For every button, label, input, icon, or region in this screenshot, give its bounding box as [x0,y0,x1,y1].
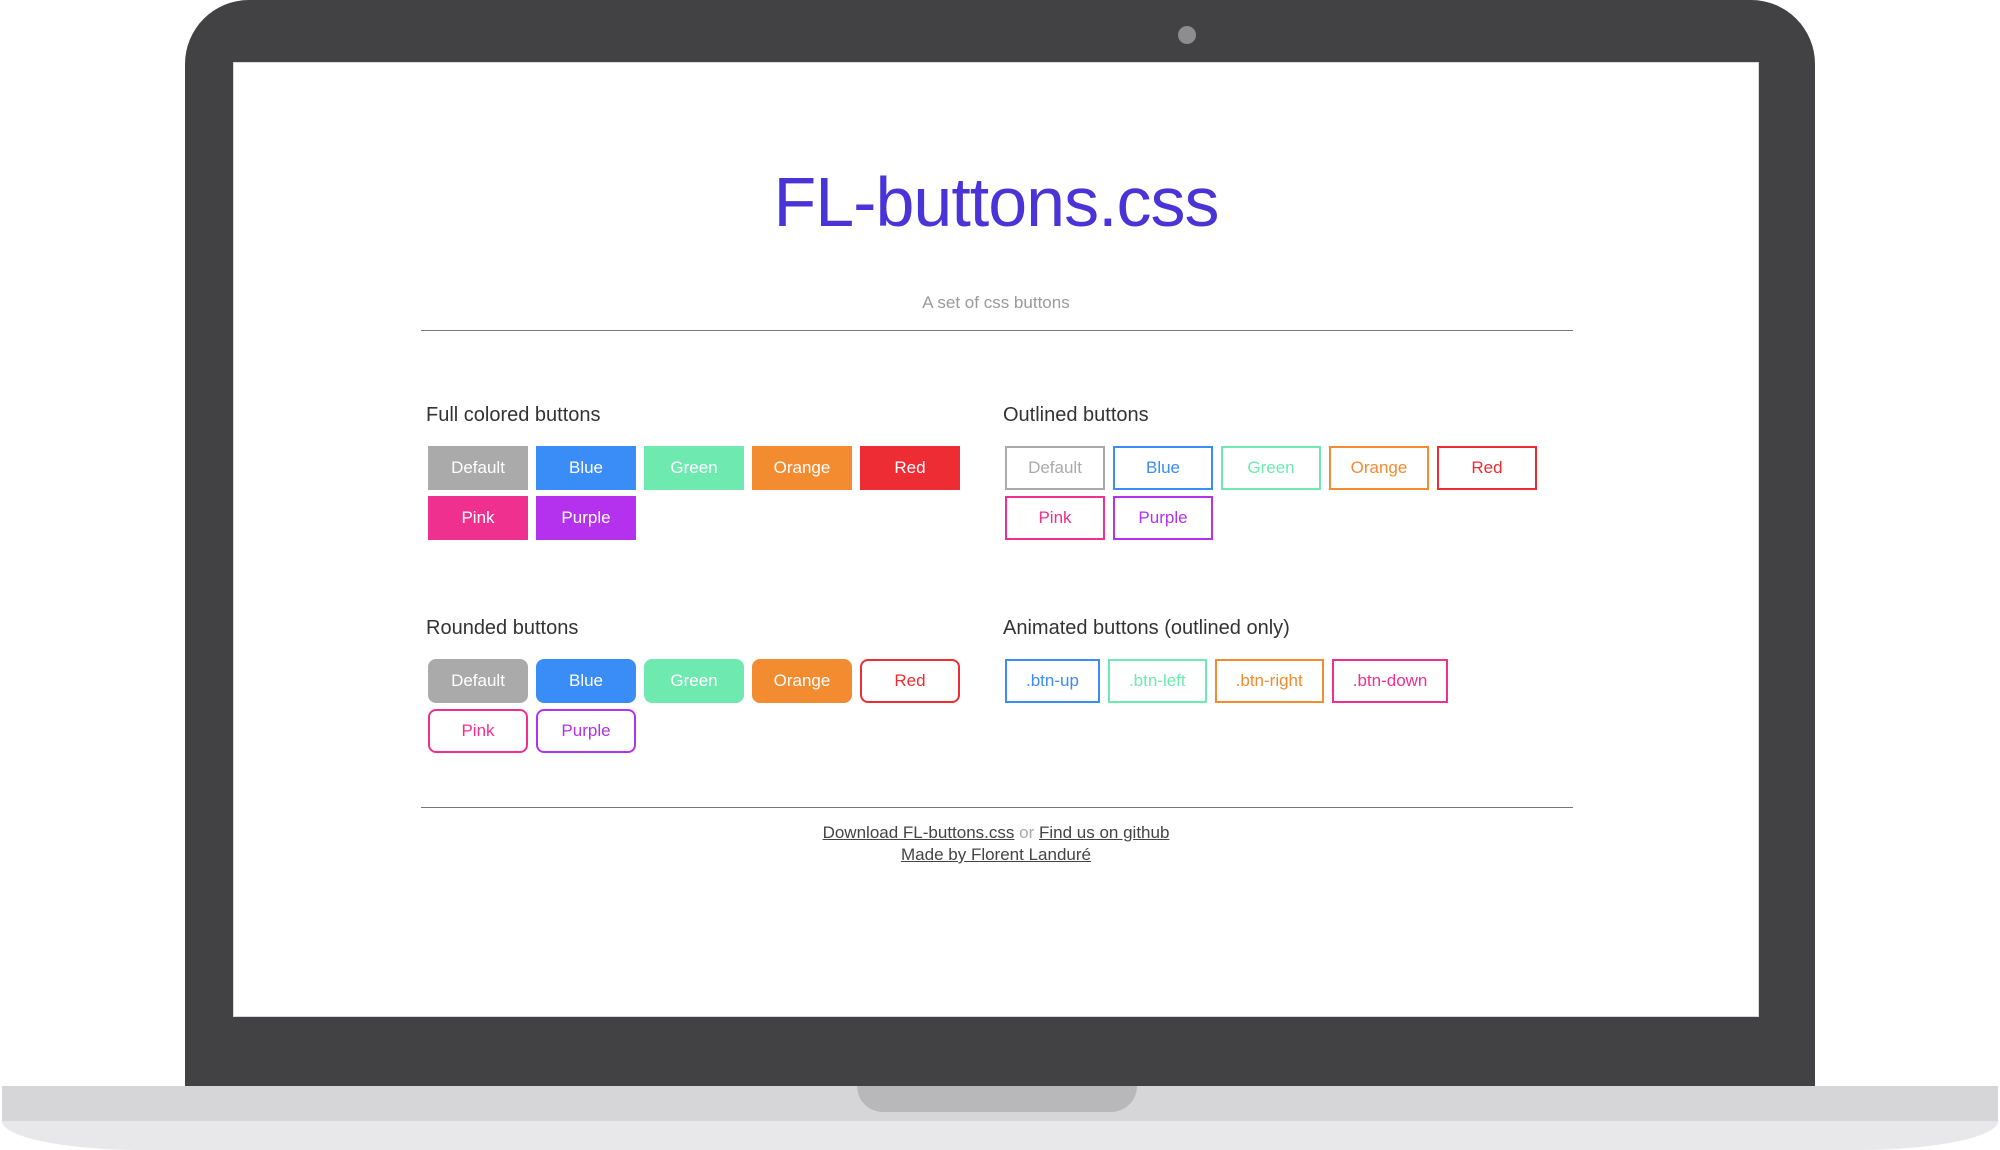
full-green-button[interactable]: Green [644,446,744,490]
rounded-pink-button[interactable]: Pink [428,709,528,753]
laptop-opening-notch [857,1086,1137,1112]
animated-btn-left-button[interactable]: .btn-left [1107,659,1207,703]
rounded-red-button[interactable]: Red [860,659,960,703]
footer-line-2: Made by Florent Landuré [233,844,1759,866]
outlined-red-button[interactable]: Red [1437,446,1537,490]
outlined-pink-button[interactable]: Pink [1005,496,1105,540]
github-link[interactable]: Find us on github [1039,823,1169,842]
animated-btn-up-button[interactable]: .btn-up [1005,659,1100,703]
full-default-button[interactable]: Default [428,446,528,490]
animated-btn-down-button[interactable]: .btn-down [1331,659,1449,703]
rounded-orange-button[interactable]: Orange [752,659,852,703]
download-link[interactable]: Download FL-buttons.css [823,823,1015,842]
rounded-purple-button[interactable]: Purple [536,709,636,753]
screen: FL-buttons.css A set of css buttons Full… [233,62,1759,1017]
full-blue-button[interactable]: Blue [536,446,636,490]
rounded-green-button[interactable]: Green [644,659,744,703]
page-subtitle: A set of css buttons [922,293,1070,312]
animated-buttons: .btn-up .btn-left .btn-right .btn-down [1005,659,1449,703]
outlined-purple-button[interactable]: Purple [1113,496,1213,540]
rounded-blue-button[interactable]: Blue [536,659,636,703]
outlined-orange-button[interactable]: Orange [1329,446,1429,490]
footer-divider [421,807,1573,808]
full-red-button[interactable]: Red [860,446,960,490]
full-orange-button[interactable]: Orange [752,446,852,490]
outlined-buttons: Default Blue Green Orange Red Pink Purple [1005,446,1565,540]
footer: Download FL-buttons.css or Find us on gi… [233,822,1759,866]
rounded-buttons: Default Blue Green Orange Red Pink Purple [428,659,988,753]
page-title: FL-buttons.css [773,163,1219,241]
full-pink-button[interactable]: Pink [428,496,528,540]
section-title-outlined: Outlined buttons [1003,404,1149,426]
header-divider [421,330,1573,331]
outlined-default-button[interactable]: Default [1005,446,1105,490]
section-title-rounded: Rounded buttons [426,617,579,639]
full-purple-button[interactable]: Purple [536,496,636,540]
full-colored-buttons: Default Blue Green Orange Red Pink Purple [428,446,988,540]
outlined-blue-button[interactable]: Blue [1113,446,1213,490]
section-title-full-colored: Full colored buttons [426,404,601,426]
laptop-base-edge [2,1121,1998,1150]
footer-line-1: Download FL-buttons.css or Find us on gi… [233,822,1759,844]
camera-dot [1178,26,1196,44]
rounded-default-button[interactable]: Default [428,659,528,703]
animated-btn-right-button[interactable]: .btn-right [1214,659,1324,703]
footer-separator: or [1019,823,1035,842]
section-title-animated: Animated buttons (outlined only) [1003,617,1290,639]
author-link[interactable]: Made by Florent Landuré [901,845,1091,864]
outlined-green-button[interactable]: Green [1221,446,1321,490]
